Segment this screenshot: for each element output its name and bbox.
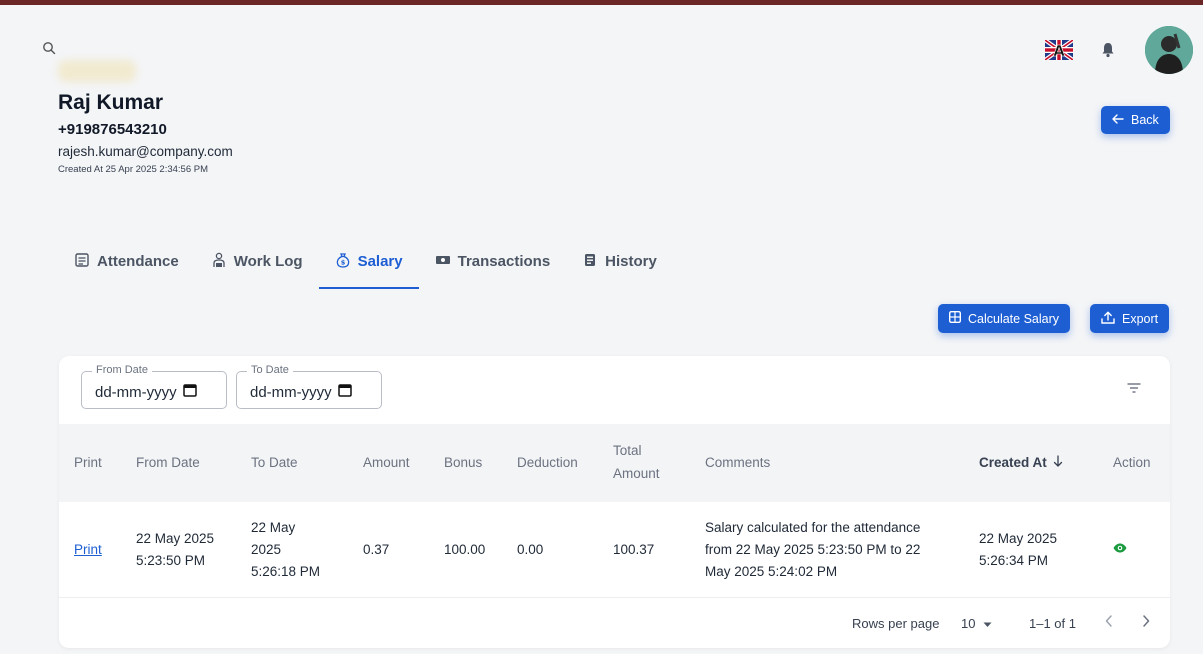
header-comments: Comments	[705, 455, 771, 470]
tab-work-log[interactable]: Work Log	[195, 234, 319, 289]
svg-text:A: A	[1053, 42, 1065, 60]
top-border	[0, 0, 1203, 5]
row-to-date: 22 May 2025 5:26:18 PM	[251, 517, 320, 583]
from-date-value-wrap: dd-mm-yyyy	[95, 383, 197, 401]
pagination-range: 1–1 of 1	[1029, 616, 1076, 631]
from-date-label: From Date	[92, 364, 152, 376]
row-created-at: 22 May 2025 5:26:34 PM	[979, 528, 1057, 572]
filter-icon[interactable]	[1126, 381, 1142, 395]
language-flag-icon[interactable]: A	[1043, 38, 1075, 62]
calendar-icon[interactable]	[337, 383, 352, 401]
attendance-icon	[74, 252, 90, 272]
header-created-at-label: Created At	[979, 455, 1047, 470]
header-total-line1: Total	[613, 443, 642, 458]
view-eye-icon[interactable]	[1112, 540, 1128, 556]
calculate-salary-button[interactable]: Calculate Salary	[938, 304, 1071, 333]
employee-phone: +919876543210	[58, 121, 167, 138]
work-log-icon	[211, 252, 227, 272]
header-bonus: Bonus	[444, 455, 483, 470]
top-right-actions: A	[1043, 26, 1193, 74]
back-button-label: Back	[1131, 113, 1159, 127]
header-created-at[interactable]: Created At	[979, 451, 1063, 474]
row-to-date-line3: 5:26:18 PM	[251, 564, 321, 579]
row-total-amount: 100.37	[613, 542, 655, 557]
tab-work-log-label: Work Log	[233, 253, 303, 270]
salary-table-card: From Date dd-mm-yyyy To Date dd-mm-yyyy …	[59, 356, 1170, 648]
employee-email: rajesh.kumar@company.com	[58, 144, 233, 159]
tab-attendance-label: Attendance	[97, 253, 179, 270]
print-link[interactable]: Print	[74, 542, 102, 557]
to-date-value: dd-mm-yyyy	[250, 383, 332, 401]
row-print-cell: Print	[74, 539, 102, 561]
row-created-line1: 22 May 2025	[979, 531, 1058, 546]
row-to-date-line1: 22 May	[251, 520, 296, 535]
money-bag-icon: $	[335, 252, 351, 272]
rows-per-page-value: 10	[961, 616, 976, 631]
row-comment-line2: from 22 May 2025 5:23:50 PM to 22	[705, 542, 921, 557]
employee-created-at: Created At 25 Apr 2025 2:34:56 PM	[58, 164, 208, 175]
header-action: Action	[1113, 455, 1151, 470]
row-comment-line1: Salary calculated for the attendance	[705, 520, 921, 535]
row-bonus: 100.00	[444, 542, 486, 557]
tab-bar: Attendance Work Log $ Salary Transaction…	[58, 234, 673, 289]
search-icon[interactable]	[42, 41, 60, 59]
row-amount: 0.37	[363, 542, 390, 557]
header-deduction: Deduction	[517, 455, 578, 470]
sort-arrow-down-icon	[1053, 451, 1063, 474]
chevron-left-icon[interactable]	[1104, 614, 1114, 633]
header-print: Print	[74, 455, 102, 470]
tab-attendance[interactable]: Attendance	[58, 234, 195, 289]
employee-profile: Raj Kumar +919876543210 rajesh.kumar@com…	[58, 91, 233, 175]
from-date-field[interactable]: From Date dd-mm-yyyy	[81, 364, 227, 409]
row-from-date-line1: 22 May 2025	[136, 531, 215, 546]
calendar-icon[interactable]	[182, 383, 197, 401]
row-to-date-line2: 2025	[251, 542, 282, 557]
tab-transactions-label: Transactions	[457, 253, 551, 270]
calculator-icon	[948, 310, 962, 326]
calculate-salary-label: Calculate Salary	[968, 311, 1060, 326]
to-date-label: To Date	[247, 364, 293, 376]
svg-text:$: $	[340, 258, 345, 266]
header-amount: Amount	[363, 455, 410, 470]
history-icon	[582, 252, 598, 272]
tab-transactions[interactable]: Transactions	[419, 234, 567, 289]
to-date-value-wrap: dd-mm-yyyy	[250, 383, 352, 401]
user-avatar[interactable]	[1145, 26, 1193, 74]
tab-history[interactable]: History	[566, 234, 673, 289]
header-to-date: To Date	[251, 455, 298, 470]
header-total-amount: Total Amount	[613, 439, 660, 485]
row-created-line2: 5:26:34 PM	[979, 553, 1049, 568]
row-deduction: 0.00	[517, 542, 544, 557]
rows-per-page-select[interactable]: 10	[961, 616, 992, 631]
notification-bell-icon[interactable]	[1101, 42, 1117, 58]
export-label: Export	[1122, 311, 1159, 326]
pagination-bar: Rows per page 10 1–1 of 1	[59, 608, 1170, 638]
tab-history-label: History	[605, 253, 657, 270]
upload-icon	[1101, 311, 1115, 327]
tab-salary-label: Salary	[357, 253, 403, 270]
cash-icon	[435, 252, 451, 272]
header-total-line2: Amount	[613, 466, 660, 481]
rows-per-page-label: Rows per page	[852, 616, 940, 631]
row-from-date-line2: 5:23:50 PM	[136, 553, 206, 568]
table-header: Print From Date To Date Amount Bonus Ded…	[59, 424, 1170, 502]
from-date-value: dd-mm-yyyy	[95, 383, 177, 401]
chevron-right-icon[interactable]	[1141, 614, 1151, 633]
row-comments: Salary calculated for the attendance fro…	[705, 517, 920, 583]
employee-name: Raj Kumar	[58, 91, 164, 114]
table-row: Print 22 May 2025 5:23:50 PM 22 May 2025…	[59, 502, 1170, 598]
tab-salary[interactable]: $ Salary	[318, 234, 419, 289]
to-date-field[interactable]: To Date dd-mm-yyyy	[236, 364, 382, 409]
row-from-date: 22 May 2025 5:23:50 PM	[136, 528, 214, 572]
blurred-logo	[58, 60, 136, 82]
caret-down-icon	[983, 616, 992, 631]
header-from-date: From Date	[136, 455, 200, 470]
back-button[interactable]: Back	[1101, 106, 1170, 134]
row-comment-line3: May 2025 5:24:02 PM	[705, 564, 838, 579]
export-button[interactable]: Export	[1090, 304, 1170, 333]
arrow-left-icon	[1112, 113, 1124, 127]
